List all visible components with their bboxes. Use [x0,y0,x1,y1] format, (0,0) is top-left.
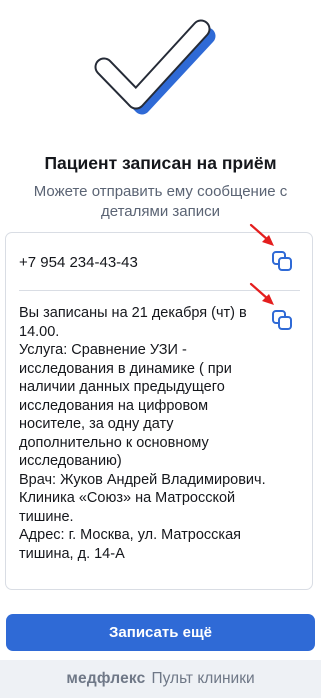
footer-bar: медфлекс Пульт клиники [0,660,321,698]
patient-phone: +7 954 234-43-43 [19,254,138,271]
page-title: Пациент записан на приём [44,153,277,173]
copy-icon [272,251,292,271]
red-arrow-icon [248,281,278,309]
brand-logo: медфлекс [66,670,146,687]
book-again-button[interactable]: Записать ещё [6,614,315,651]
page-subtitle: Можете отправить ему сообщение с деталям… [33,183,288,220]
appointment-message: Вы записаны на 21 декабря (чт) в 14.00. … [19,305,266,562]
copy-icon [272,310,292,330]
footer-label: Пульт клиники [151,670,255,687]
copy-message-button[interactable] [271,309,293,331]
red-arrow-icon [248,222,278,250]
success-hero [0,0,321,150]
checkmark-icon [94,19,216,115]
copy-phone-button[interactable] [271,250,293,272]
